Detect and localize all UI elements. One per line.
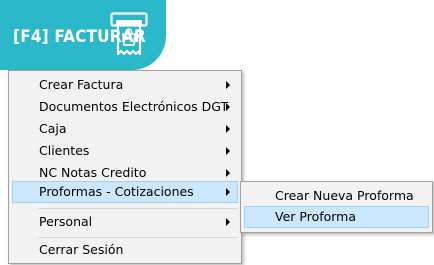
- submenu-arrow-icon: [226, 218, 230, 226]
- menu-separator: [38, 208, 238, 209]
- submenu-arrow-icon: [226, 125, 230, 133]
- menu-item-label: Proformas - Cotizaciones: [39, 184, 194, 199]
- menu-item-label: Personal: [39, 214, 93, 229]
- menu-item-label: Clientes: [39, 143, 90, 158]
- menu-item-label: Cerrar Sesión: [39, 242, 124, 257]
- submenu-item-crear-nueva-proforma[interactable]: Crear Nueva Proforma: [244, 185, 429, 207]
- menu-item-label: NC Notas Credito: [39, 165, 147, 180]
- menu-item-clientes[interactable]: Clientes: [12, 140, 238, 162]
- submenu-arrow-icon: [226, 188, 230, 196]
- submenu-arrow-icon: [226, 147, 230, 155]
- menu-item-personal[interactable]: Personal: [12, 211, 238, 233]
- cash-register-icon: [110, 12, 148, 56]
- menu-item-documentos-electronicos[interactable]: Documentos Electrónicos DGT: [12, 96, 238, 118]
- menu-item-proformas-cotizaciones[interactable]: Proformas - Cotizaciones: [12, 181, 238, 203]
- menu-separator: [38, 237, 238, 238]
- menu-item-crear-factura[interactable]: Crear Factura: [12, 74, 238, 96]
- submenu-item-label: Ver Proforma: [275, 209, 357, 224]
- menu-item-cerrar-sesion[interactable]: Cerrar Sesión: [12, 239, 238, 261]
- submenu-item-label: Crear Nueva Proforma: [275, 188, 414, 203]
- submenu-arrow-icon: [226, 169, 230, 177]
- menu-item-label: Caja: [39, 121, 67, 136]
- submenu-item-ver-proforma[interactable]: Ver Proforma: [244, 206, 429, 228]
- proformas-submenu: Crear Nueva Proforma Ver Proforma: [240, 181, 433, 233]
- menu-item-caja[interactable]: Caja: [12, 118, 238, 140]
- submenu-arrow-icon: [226, 103, 230, 111]
- menu-item-label: Documentos Electrónicos DGT: [39, 99, 229, 114]
- submenu-arrow-icon: [226, 81, 230, 89]
- facturar-button[interactable]: [F4] FACTURAR: [0, 0, 166, 70]
- menu-item-label: Crear Factura: [39, 77, 124, 92]
- facturar-dropdown-menu: Crear Factura Documentos Electrónicos DG…: [8, 70, 242, 264]
